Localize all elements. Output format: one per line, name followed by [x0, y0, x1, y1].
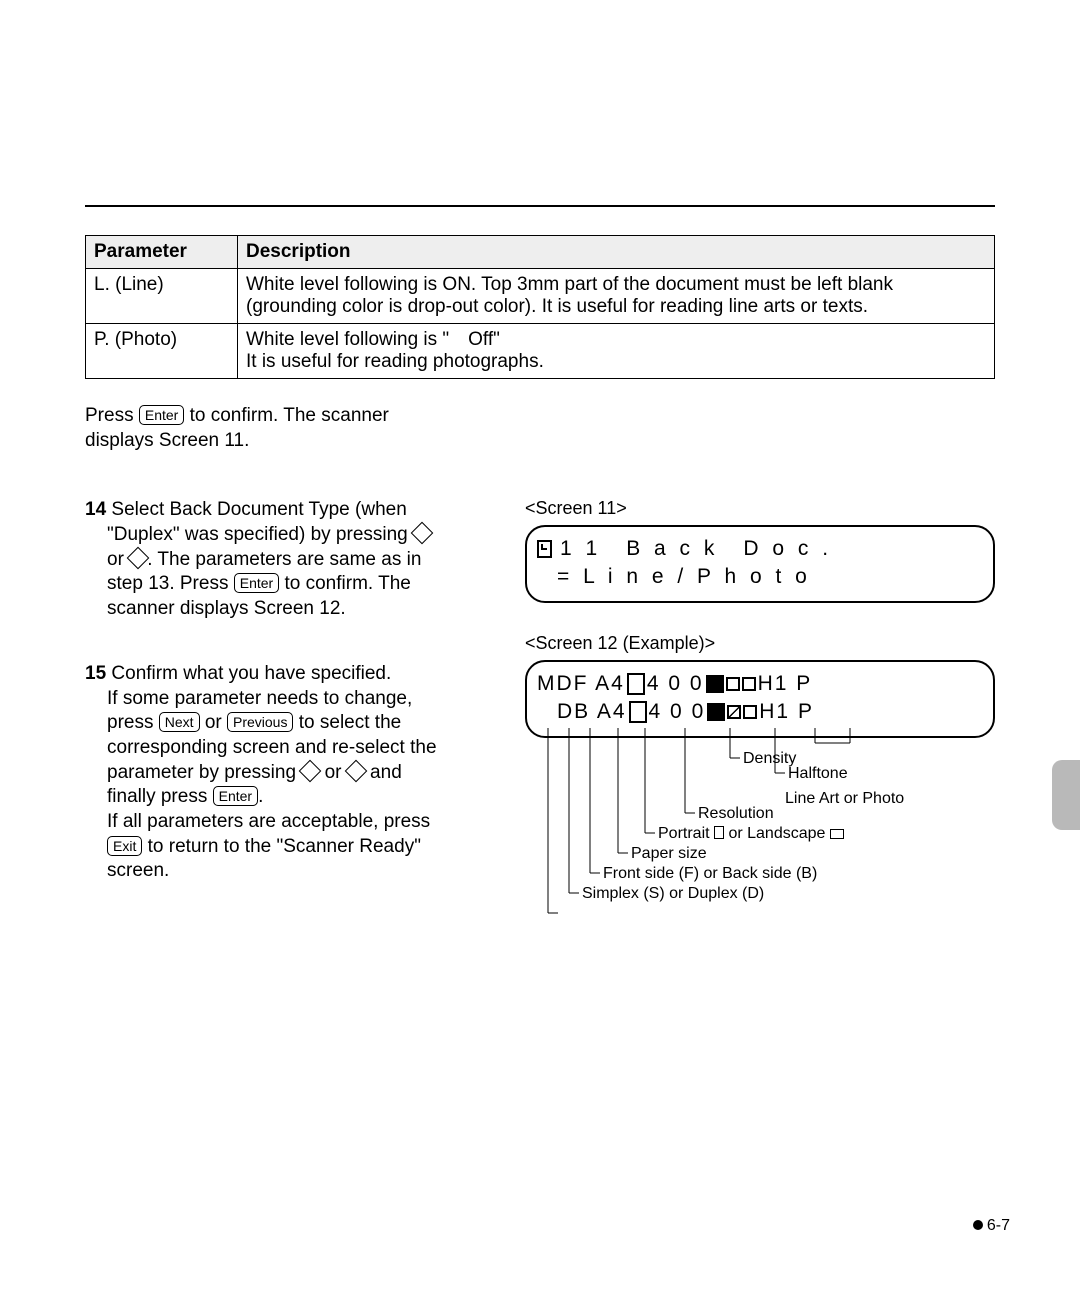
- text: to confirm. The: [279, 573, 411, 594]
- parameter-table: Parameter Description L. (Line) White le…: [85, 235, 995, 379]
- lcd-text: 1 1 B a c k D o c .: [560, 537, 832, 561]
- page-icon: [537, 540, 552, 558]
- lcd-text: 4 0 0: [649, 700, 706, 724]
- enter-key-icon: Enter: [234, 573, 279, 593]
- density-block-icon: [707, 703, 725, 721]
- right-diamond-icon: [344, 759, 367, 782]
- empty-box-icon: [743, 705, 757, 719]
- text: displays Screen 11.: [85, 430, 249, 451]
- text: press: [107, 712, 159, 733]
- text: or: [319, 762, 346, 783]
- callout-halftone: Halftone: [788, 765, 848, 783]
- screen-label: <Screen 11>: [525, 498, 995, 519]
- text: parameter by pressing: [107, 762, 301, 783]
- text: screen.: [107, 860, 169, 881]
- text: or Landscape: [724, 825, 830, 842]
- page-side-tab: [1052, 760, 1080, 830]
- screen-label: <Screen 12 (Example)>: [525, 633, 995, 654]
- param-cell: L. (Line): [86, 269, 238, 324]
- text: to select the: [293, 712, 401, 733]
- portrait-box-icon: [627, 673, 645, 695]
- empty-box-icon: [726, 677, 740, 691]
- text: . The parameters are same as in: [147, 549, 421, 570]
- text: to confirm. The scanner: [184, 405, 389, 426]
- text: .: [258, 786, 263, 807]
- text: "Duplex" was specified) by pressing: [107, 524, 413, 545]
- text: Confirm what you have specified.: [106, 663, 391, 684]
- next-key-icon: Next: [159, 712, 200, 732]
- callout-plex: Simplex (S) or Duplex (D): [582, 885, 764, 903]
- text: Press: [85, 405, 139, 426]
- callout-orientation: Portrait or Landscape: [658, 825, 844, 843]
- page-number: 6-7: [973, 1217, 1010, 1235]
- callout-paper-size: Paper size: [631, 845, 707, 863]
- enter-key-icon: Enter: [139, 405, 184, 425]
- callout-resolution: Resolution: [698, 805, 774, 823]
- desc-cell: White level following is ON. Top 3mm par…: [238, 269, 995, 324]
- text: If some parameter needs to change,: [107, 688, 412, 709]
- table-row: L. (Line) White level following is ON. T…: [86, 269, 995, 324]
- step-number: 14: [85, 499, 106, 520]
- step-14: 14 Select Back Document Type (when "Dupl…: [85, 498, 495, 621]
- intro-text: Press Enter to confirm. The scanner disp…: [85, 404, 995, 453]
- landscape-icon: [830, 829, 844, 839]
- callout-lineart: Line Art or Photo: [785, 790, 904, 808]
- section-rule: [85, 205, 995, 207]
- table-header-parameter: Parameter: [86, 236, 238, 269]
- lcd-screen-12: MDF A4 4 0 0 H1 P DB A4 4 0 0 H1 P: [525, 660, 995, 738]
- text: or: [107, 549, 129, 570]
- text: corresponding screen and re-select the: [107, 737, 437, 758]
- exit-key-icon: Exit: [107, 836, 142, 856]
- lcd-text: 4 0 0: [647, 672, 704, 696]
- enter-key-icon: Enter: [213, 786, 258, 806]
- left-diamond-icon: [411, 522, 434, 545]
- callout-diagram: Density Halftone Line Art or Photo Resol…: [525, 728, 995, 953]
- param-cell: P. (Photo): [86, 324, 238, 379]
- lcd-text: H1 P: [758, 672, 813, 696]
- text: Select Back Document Type (when: [106, 499, 407, 520]
- text: Portrait: [658, 825, 714, 842]
- lcd-text: H1 P: [759, 700, 814, 724]
- lcd-text: DB A4: [557, 700, 627, 724]
- step-15: 15 Confirm what you have specified. If s…: [85, 662, 495, 884]
- text: or: [200, 712, 227, 733]
- table-row: P. (Photo) White level following is " Of…: [86, 324, 995, 379]
- previous-key-icon: Previous: [227, 712, 293, 732]
- desc-cell: White level following is " Off" It is us…: [238, 324, 995, 379]
- text: to return to the "Scanner Ready": [142, 836, 421, 857]
- text: and: [365, 762, 402, 783]
- portrait-icon: [714, 826, 724, 839]
- text: finally press: [107, 786, 213, 807]
- lcd-text: = L i n e / P h o t o: [557, 565, 811, 589]
- density-block-icon: [706, 675, 724, 693]
- hatch-box-icon: [727, 705, 741, 719]
- portrait-box-icon: [629, 701, 647, 723]
- lcd-screen-11: 1 1 B a c k D o c . = L i n e / P h o t …: [525, 525, 995, 603]
- callout-side: Front side (F) or Back side (B): [603, 865, 817, 883]
- step-number: 15: [85, 663, 106, 684]
- text: If all parameters are acceptable, press: [107, 811, 430, 832]
- desc-line: White level following is " Off": [246, 329, 500, 350]
- desc-line: It is useful for reading photographs.: [246, 351, 544, 372]
- steps-column: 14 Select Back Document Type (when "Dupl…: [85, 498, 495, 953]
- lcd-text: MDF A4: [537, 672, 625, 696]
- text: scanner displays Screen 12.: [107, 598, 346, 619]
- screens-column: <Screen 11> 1 1 B a c k D o c . = L i n …: [525, 498, 995, 953]
- table-header-description: Description: [238, 236, 995, 269]
- empty-box-icon: [742, 677, 756, 691]
- text: step 13. Press: [107, 573, 234, 594]
